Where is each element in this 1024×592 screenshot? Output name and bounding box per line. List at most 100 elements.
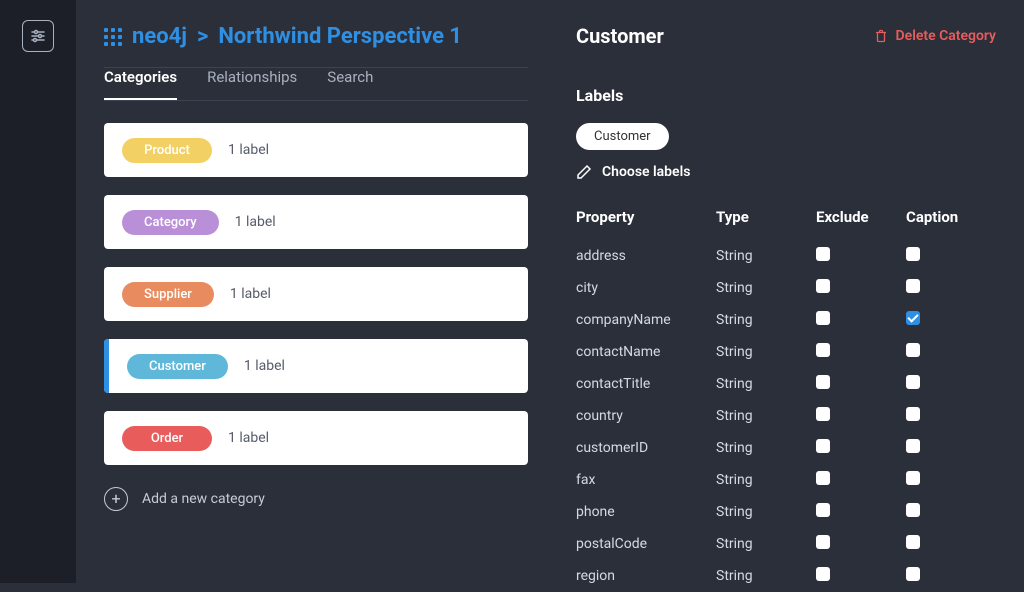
property-name: phone — [576, 504, 716, 520]
caption-checkbox[interactable] — [906, 471, 920, 485]
property-name: region — [576, 568, 716, 584]
property-row: countryString — [576, 400, 996, 432]
caption-checkbox[interactable] — [906, 343, 920, 357]
property-type: String — [716, 472, 816, 488]
detail-panel: Customer Delete Category Labels Customer… — [556, 0, 1024, 583]
exclude-checkbox[interactable] — [816, 311, 830, 325]
property-table: Property Type Exclude Caption addressStr… — [576, 208, 996, 592]
col-caption: Caption — [906, 208, 996, 226]
category-pill: Category — [122, 210, 219, 235]
caption-checkbox[interactable] — [906, 439, 920, 453]
breadcrumb-sep: > — [197, 24, 208, 49]
property-type: String — [716, 312, 816, 328]
property-row: regionString — [576, 560, 996, 592]
property-name: contactName — [576, 344, 716, 360]
property-name: postalCode — [576, 536, 716, 552]
property-name: address — [576, 248, 716, 264]
add-category-button[interactable]: + Add a new category — [104, 487, 528, 511]
property-type: String — [716, 536, 816, 552]
category-list: Product 1 label Category 1 label Supplier 1 l… — [104, 123, 528, 465]
property-row: customerIDString — [576, 432, 996, 464]
category-card[interactable]: Supplier 1 label — [104, 267, 528, 321]
choose-labels-button[interactable]: Choose labels — [576, 164, 996, 180]
category-sublabel: 1 label — [228, 142, 269, 158]
property-type: String — [716, 504, 816, 520]
exclude-checkbox[interactable] — [816, 279, 830, 293]
property-name: companyName — [576, 312, 716, 328]
property-name: contactTitle — [576, 376, 716, 392]
property-row: cityString — [576, 272, 996, 304]
caption-checkbox[interactable] — [906, 311, 920, 325]
delete-category-button[interactable]: Delete Category — [874, 28, 996, 44]
delete-label: Delete Category — [896, 28, 996, 44]
breadcrumb[interactable]: neo4j > Northwind Perspective 1 — [104, 24, 528, 49]
property-type: String — [716, 440, 816, 456]
breadcrumb-db: neo4j — [132, 24, 187, 49]
plus-icon: + — [104, 487, 128, 511]
caption-checkbox[interactable] — [906, 375, 920, 389]
category-card[interactable]: Customer 1 label — [104, 339, 528, 393]
property-row: contactTitleString — [576, 368, 996, 400]
category-pill: Order — [122, 426, 212, 451]
choose-labels-label: Choose labels — [602, 164, 690, 180]
exclude-checkbox[interactable] — [816, 375, 830, 389]
category-sublabel: 1 label — [244, 358, 285, 374]
property-row: phoneString — [576, 496, 996, 528]
category-sublabel: 1 label — [230, 286, 271, 302]
caption-checkbox[interactable] — [906, 535, 920, 549]
col-exclude: Exclude — [816, 208, 906, 226]
trash-icon — [874, 29, 888, 43]
caption-checkbox[interactable] — [906, 503, 920, 517]
property-row: faxString — [576, 464, 996, 496]
exclude-checkbox[interactable] — [816, 407, 830, 421]
category-pill: Supplier — [122, 282, 214, 307]
caption-checkbox[interactable] — [906, 279, 920, 293]
detail-header: Customer Delete Category — [576, 24, 996, 48]
category-card[interactable]: Category 1 label — [104, 195, 528, 249]
breadcrumb-perspective: Northwind Perspective 1 — [218, 24, 462, 49]
exclude-checkbox[interactable] — [816, 343, 830, 357]
property-type: String — [716, 568, 816, 584]
label-chip[interactable]: Customer — [576, 123, 669, 150]
exclude-checkbox[interactable] — [816, 471, 830, 485]
category-card[interactable]: Product 1 label — [104, 123, 528, 177]
caption-checkbox[interactable] — [906, 247, 920, 261]
main-area: neo4j > Northwind Perspective 1 Categori… — [76, 0, 1024, 583]
tab-relationships[interactable]: Relationships — [207, 68, 297, 100]
add-category-label: Add a new category — [142, 491, 265, 507]
property-type: String — [716, 280, 816, 296]
labels-section-title: Labels — [576, 86, 996, 105]
settings-icon[interactable] — [22, 20, 54, 52]
col-type: Type — [716, 208, 816, 226]
app-grid-icon — [104, 28, 122, 46]
property-row: contactNameString — [576, 336, 996, 368]
caption-checkbox[interactable] — [906, 567, 920, 581]
tab-categories[interactable]: Categories — [104, 68, 177, 100]
category-pill: Customer — [127, 354, 228, 379]
detail-title: Customer — [576, 24, 664, 48]
pencil-icon — [576, 164, 592, 180]
property-row: companyNameString — [576, 304, 996, 336]
tabs: Categories Relationships Search — [104, 68, 528, 100]
property-row: addressString — [576, 240, 996, 272]
tab-search[interactable]: Search — [327, 68, 373, 100]
property-name: city — [576, 280, 716, 296]
category-sublabel: 1 label — [228, 430, 269, 446]
caption-checkbox[interactable] — [906, 407, 920, 421]
property-table-header: Property Type Exclude Caption — [576, 208, 996, 226]
category-card[interactable]: Order 1 label — [104, 411, 528, 465]
property-name: fax — [576, 472, 716, 488]
exclude-checkbox[interactable] — [816, 247, 830, 261]
exclude-checkbox[interactable] — [816, 567, 830, 581]
category-sublabel: 1 label — [235, 214, 276, 230]
property-type: String — [716, 408, 816, 424]
exclude-checkbox[interactable] — [816, 439, 830, 453]
divider — [104, 100, 528, 101]
exclude-checkbox[interactable] — [816, 503, 830, 517]
exclude-checkbox[interactable] — [816, 535, 830, 549]
property-name: country — [576, 408, 716, 424]
categories-panel: neo4j > Northwind Perspective 1 Categori… — [76, 0, 556, 583]
property-row: postalCodeString — [576, 528, 996, 560]
col-property: Property — [576, 208, 716, 226]
category-pill: Product — [122, 138, 212, 163]
